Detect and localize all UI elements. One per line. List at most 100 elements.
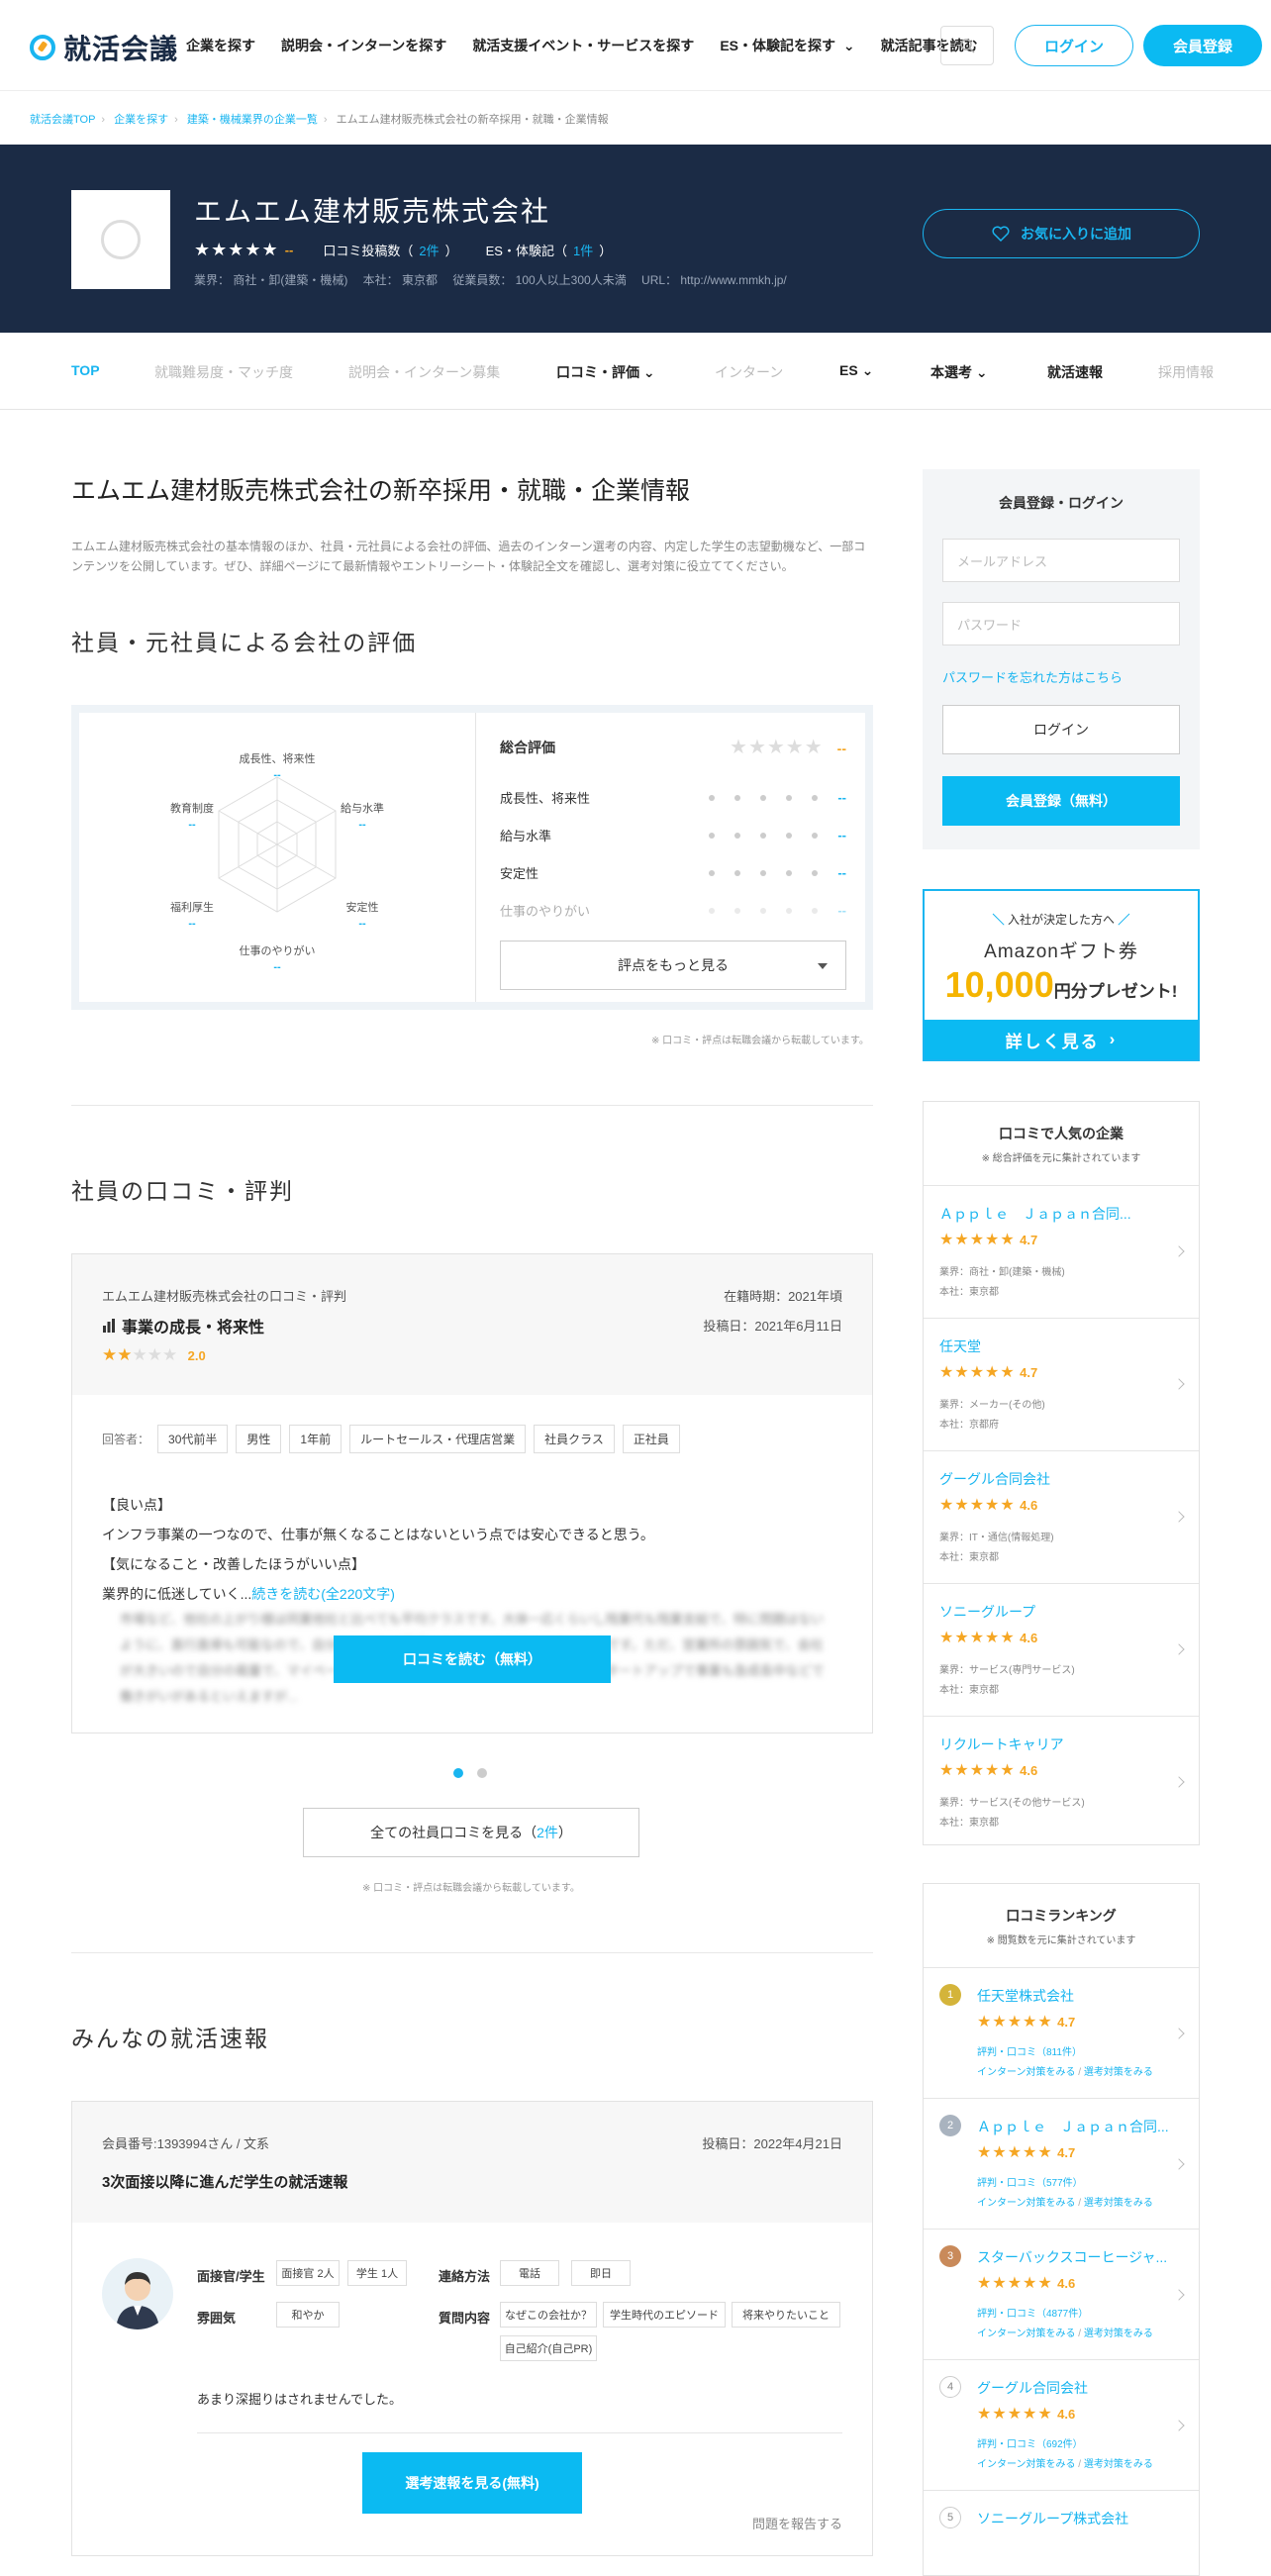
- breadcrumb-item[interactable]: 企業を探す: [114, 114, 168, 126]
- respondent-tag: 社員クラス: [534, 1425, 615, 1453]
- ranking-item[interactable]: 3 スターバックスコーヒージャ... ★★★★★ 4.6 評判・口コミ（4877…: [924, 2229, 1199, 2359]
- header-login-button[interactable]: ログイン: [1015, 25, 1133, 66]
- intern-prep-link[interactable]: インターン対策をみる: [977, 2328, 1076, 2339]
- es-count-label: ES・体験記（: [485, 244, 567, 258]
- rating-value: 4.6: [1057, 2276, 1076, 2291]
- company-link[interactable]: Ａｐｐｌｅ Ｊａｐａｎ合同...: [977, 2117, 1169, 2136]
- nav-events[interactable]: 就活支援イベント・サービスを探す: [472, 36, 694, 55]
- company-link[interactable]: Ａｐｐｌｅ Ｊａｐａｎ合同...: [939, 1204, 1131, 1224]
- company-hq: 本社：東京都: [939, 1818, 999, 1829]
- pager-dot[interactable]: [477, 1768, 487, 1778]
- nav-seminars[interactable]: 説明会・インターンを探す: [281, 36, 446, 55]
- view-news-button[interactable]: 選考速報を見る(無料): [362, 2452, 582, 2514]
- popular-title: 口コミで人気の企業: [999, 1126, 1124, 1141]
- eval-row: 成長性、将来性 --: [500, 788, 846, 807]
- es-count-link[interactable]: 1件: [573, 241, 593, 259]
- prep-links: インターン対策をみる / 選考対策をみる: [977, 2194, 1153, 2209]
- contact-label: 連絡方法: [439, 2269, 491, 2284]
- add-favorite-button[interactable]: お気に入りに追加: [923, 209, 1200, 258]
- selection-prep-link[interactable]: 選考対策をみる: [1084, 2328, 1153, 2339]
- tab-reviews-label: 口コミ・評価: [556, 364, 639, 380]
- reviews-link[interactable]: 評判・口コミ（692件）: [977, 2435, 1083, 2450]
- company-link[interactable]: 任天堂株式会社: [977, 1986, 1074, 2006]
- popular-company-item[interactable]: 任天堂 ★★★★★ 4.7 業界：メーカー(その他) 本社：京都府: [924, 1318, 1199, 1450]
- forgot-password-link[interactable]: パスワードを忘れた方はこちら: [942, 667, 1123, 686]
- add-favorite-label: お気に入りに追加: [1021, 226, 1131, 242]
- reviews-link[interactable]: 評判・口コミ（4877件）: [977, 2305, 1088, 2320]
- breadcrumb-item[interactable]: 建築・機械業界の企業一覧: [187, 114, 318, 126]
- nav-companies[interactable]: 企業を探す: [186, 36, 255, 55]
- popular-company-item[interactable]: リクルートキャリア ★★★★★ 4.6 業界：サービス(その他サービス) 本社：…: [924, 1716, 1199, 1844]
- popular-company-item[interactable]: グーグル合同会社 ★★★★★ 4.6 業界：IT・通信(情報処理) 本社：東京都: [924, 1450, 1199, 1583]
- selection-prep-link[interactable]: 選考対策をみる: [1084, 2459, 1153, 2470]
- divider: [197, 2432, 842, 2433]
- amazon-detail-button[interactable]: 詳しく見る ›: [925, 1020, 1198, 1059]
- company-link[interactable]: グーグル合同会社: [939, 1469, 1050, 1489]
- selection-prep-link[interactable]: 選考対策をみる: [1084, 2067, 1153, 2078]
- company-link[interactable]: ソニーグループ: [939, 1602, 1035, 1622]
- tab-es[interactable]: ES ⌄: [839, 362, 873, 379]
- radar-value: --: [358, 918, 366, 930]
- pager-dot-active[interactable]: [453, 1768, 463, 1778]
- company-rating: ★★★★★ 4.7: [977, 2012, 1075, 2031]
- breadcrumb-item[interactable]: 就活会議TOP: [30, 114, 95, 126]
- news-title: 3次面接以降に進んだ学生の就活速報: [102, 2174, 348, 2191]
- company-link[interactable]: スターバックスコーヒージャ...: [977, 2247, 1167, 2267]
- radar-value: --: [358, 819, 366, 831]
- popular-company-item[interactable]: ソニーグループ ★★★★★ 4.6 業界：サービス(専門サービス) 本社：東京都: [924, 1583, 1199, 1716]
- info-tag: 学生時代のエピソード: [603, 2302, 726, 2328]
- company-link[interactable]: ソニーグループ株式会社: [977, 2509, 1128, 2528]
- search-button[interactable]: [940, 26, 994, 65]
- read-more-link[interactable]: 続きを読む(全220文字): [251, 1586, 395, 1602]
- ranking-item[interactable]: 2 Ａｐｐｌｅ Ｊａｐａｎ合同... ★★★★★ 4.7 評判・口コミ（577件…: [924, 2098, 1199, 2229]
- tab-reviews[interactable]: 口コミ・評価 ⌄: [556, 362, 655, 382]
- eval-dots: --: [709, 828, 846, 842]
- company-link[interactable]: 任天堂: [939, 1337, 981, 1356]
- all-reviews-button[interactable]: 全ての社員口コミを見る（ 2件）: [303, 1808, 639, 1857]
- email-field[interactable]: メールアドレス: [942, 539, 1180, 582]
- tab-top[interactable]: TOP: [71, 362, 100, 378]
- nav-es[interactable]: ES・体験記を探す ⌄: [720, 36, 854, 55]
- company-link[interactable]: グーグル合同会社: [977, 2378, 1088, 2398]
- reviews-link[interactable]: 評判・口コミ（811件）: [977, 2043, 1082, 2058]
- review-body: 【良い点】 インフラ事業の一つなので、仕事が無くなることはないという点では安心で…: [102, 1490, 844, 1609]
- info-tag: 将来やりたいこと: [732, 2302, 840, 2328]
- caret-down-icon: [818, 963, 828, 969]
- ranking-item[interactable]: 1 任天堂株式会社 ★★★★★ 4.7 評判・口コミ（811件） インターン対策…: [924, 1967, 1199, 2098]
- selection-prep-link[interactable]: 選考対策をみる: [1084, 2198, 1153, 2209]
- page-title: エムエム建材販売株式会社の新卒採用・就職・企業情報: [71, 477, 691, 505]
- intern-prep-link[interactable]: インターン対策をみる: [977, 2198, 1076, 2209]
- popular-company-item[interactable]: Ａｐｐｌｅ Ｊａｐａｎ合同... ★★★★★ 4.7 業界：商社・卸(建築・機械…: [924, 1185, 1199, 1318]
- sidebar-register-button[interactable]: 会員登録（無料）: [942, 776, 1180, 826]
- password-field[interactable]: パスワード: [942, 602, 1180, 645]
- company-subnav: TOP 就職難易度・マッチ度 説明会・インターン募集 口コミ・評価 ⌄ インター…: [0, 333, 1271, 410]
- eval-row-value: --: [837, 790, 846, 805]
- company-rating: ★★★★★ 4.6: [939, 1495, 1037, 1515]
- reviews-link[interactable]: 評判・口コミ（577件）: [977, 2174, 1083, 2189]
- news-card: 会員番号:1393994さん / 文系 投稿日：2022年4月21日 3次面接以…: [71, 2101, 873, 2556]
- site-logo[interactable]: 就活会議: [30, 28, 178, 67]
- rating-stars-icon: ★★★★★: [939, 1630, 1016, 1646]
- prep-links: インターン対策をみる / 選考対策をみる: [977, 2325, 1153, 2339]
- review-count-link[interactable]: 2件: [419, 241, 439, 259]
- radar-label: 教育制度: [170, 801, 214, 815]
- company-info: 業界： 商社・卸(建築・機械) 本社： 東京都 従業員数： 100人以上300人…: [194, 273, 787, 287]
- intern-prep-link[interactable]: インターン対策をみる: [977, 2459, 1076, 2470]
- ranking-item[interactable]: 4 グーグル合同会社 ★★★★★ 4.6 評判・口コミ（692件） インターン対…: [924, 2359, 1199, 2490]
- chevron-down-icon: ⌄: [842, 38, 855, 53]
- report-link[interactable]: 問題を報告する: [752, 2514, 842, 2532]
- sidebar-login-button[interactable]: ログイン: [942, 705, 1180, 754]
- breadcrumb-separator: ›: [174, 114, 178, 126]
- tab-news[interactable]: 就活速報: [1047, 362, 1103, 382]
- news-card-header: 会員番号:1393994さん / 文系 投稿日：2022年4月21日 3次面接以…: [72, 2102, 872, 2223]
- intern-prep-link[interactable]: インターン対策をみる: [977, 2067, 1076, 2078]
- tab-selection[interactable]: 本選考 ⌄: [930, 362, 988, 382]
- news-posted: 投稿日：2022年4月21日: [702, 2136, 842, 2151]
- show-more-scores-button[interactable]: 評点をもっと見る: [500, 941, 846, 990]
- ranking-item[interactable]: 5 ソニーグループ株式会社: [924, 2490, 1199, 2575]
- read-review-button[interactable]: 口コミを読む（無料）: [334, 1635, 611, 1683]
- company-link[interactable]: リクルートキャリア: [939, 1734, 1064, 1754]
- amazon-gift-banner[interactable]: ＼ 入社が決定した方へ ／ Amazonギフト券 10,000円分プレゼント! …: [923, 889, 1200, 1061]
- good-point-heading: 【良い点】: [102, 1497, 171, 1513]
- header-register-button[interactable]: 会員登録: [1143, 25, 1262, 66]
